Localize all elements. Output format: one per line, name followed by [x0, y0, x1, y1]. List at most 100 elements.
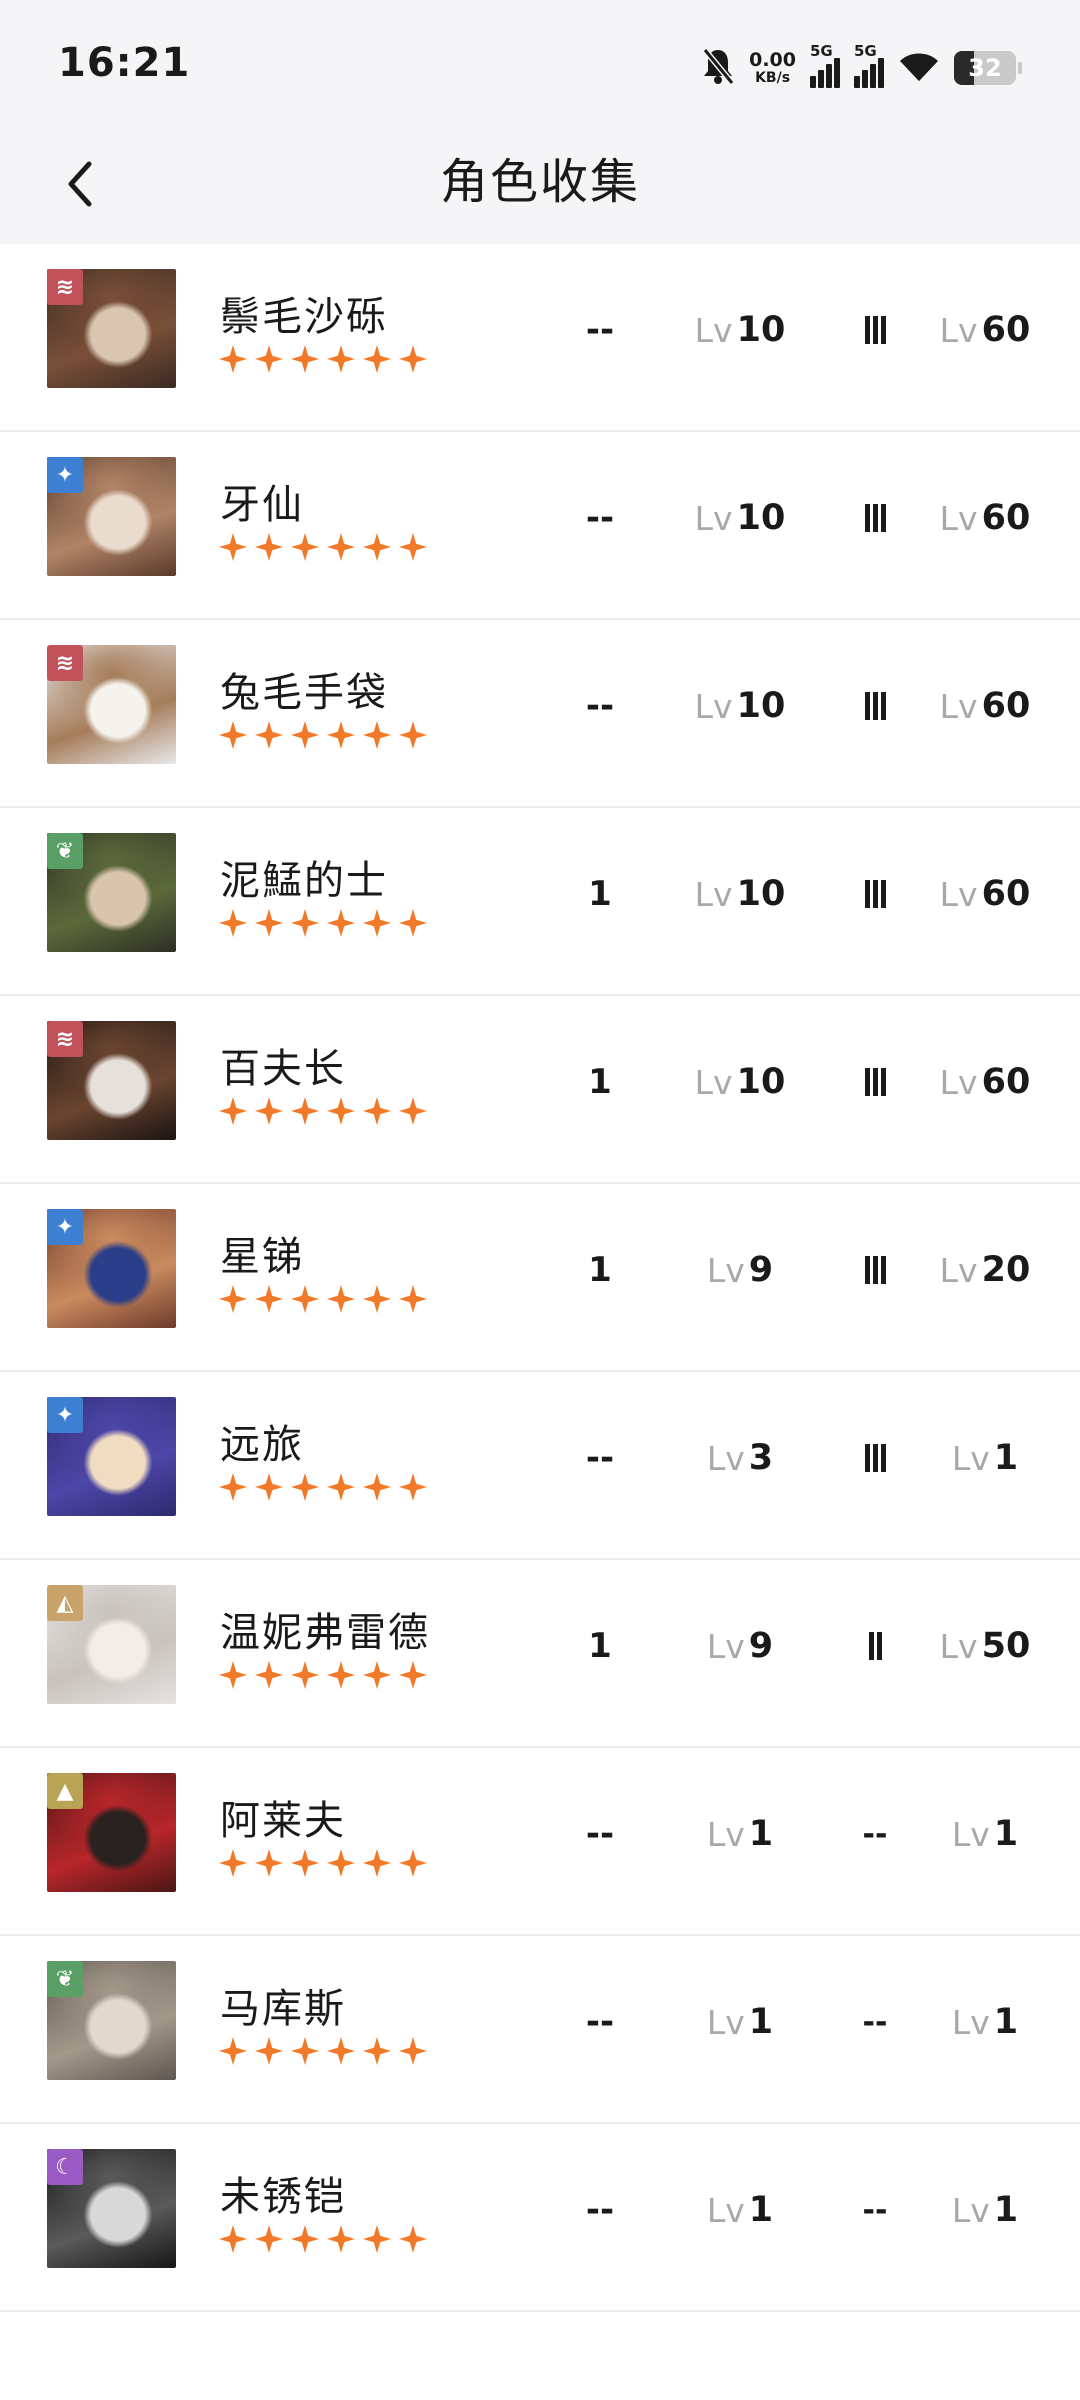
character-name: 百夫长: [220, 1046, 346, 1092]
star-icon: [326, 1284, 356, 1318]
rarity-stars: [218, 1660, 428, 1694]
tier-indicator: --: [835, 1928, 915, 2116]
rarity-stars: [218, 532, 428, 566]
star-icon: [398, 1284, 428, 1318]
star-icon: [290, 2036, 320, 2070]
star-icon: [362, 908, 392, 942]
character-row[interactable]: ☾ 未锈铠 -- Lv 1 -- Lv 1: [0, 2124, 1080, 2312]
lv-prefix: Lv: [694, 874, 733, 914]
character-name: 马库斯: [220, 1986, 346, 2032]
character-row[interactable]: ≋ 兔毛手袋 -- Lv 10 Lv 60: [0, 620, 1080, 808]
tier-indicator: [835, 1176, 915, 1364]
star-icon: [290, 1660, 320, 1694]
star-icon: [254, 1096, 284, 1130]
star-icon: [362, 532, 392, 566]
star-icon: [290, 532, 320, 566]
star-icon: [254, 344, 284, 378]
lv-prefix: Lv: [939, 498, 978, 538]
star-element-icon: ✦: [47, 1209, 83, 1245]
net-speed: 0.00 KB/s: [749, 48, 796, 86]
navigation-bar: 角色收集: [0, 132, 1080, 244]
character-row[interactable]: ≋ 百夫长 1 Lv 10 Lv 60: [0, 996, 1080, 1184]
tier-indicator: [835, 800, 915, 988]
star-icon: [290, 1848, 320, 1882]
character-name: 温妮弗雷德: [220, 1610, 430, 1656]
star-icon: [326, 344, 356, 378]
character-level: Lv 1: [680, 2116, 800, 2304]
star-icon: [362, 1096, 392, 1130]
level-number: 9: [748, 1626, 774, 1666]
star-icon: [362, 720, 392, 754]
star-icon: [362, 2224, 392, 2258]
lv-prefix: Lv: [694, 498, 733, 538]
insight-value: --: [585, 686, 615, 726]
level-number: 10: [736, 1062, 786, 1102]
star-icon: [398, 2036, 428, 2070]
insight-value: 1: [588, 1626, 612, 1666]
character-level: Lv 10: [680, 236, 800, 424]
signal-icon: 5G: [854, 42, 884, 88]
level-number: 20: [981, 1250, 1031, 1290]
rarity-stars: [218, 908, 428, 942]
star-icon: [290, 1472, 320, 1506]
star-icon: [290, 344, 320, 378]
secondary-level: Lv 60: [930, 988, 1040, 1176]
character-row[interactable]: ≋ 鬃毛沙砾 -- Lv 10 Lv 60: [0, 244, 1080, 432]
character-row[interactable]: ✦ 星锑 1 Lv 9 Lv 20: [0, 1184, 1080, 1372]
tier-bars-icon: [864, 880, 886, 908]
level-number: 60: [981, 310, 1031, 350]
star-icon: [254, 2224, 284, 2258]
star-icon: [290, 1096, 320, 1130]
star-icon: [398, 908, 428, 942]
net-speed-value: 0.00: [749, 48, 796, 71]
rarity-stars: [218, 1472, 428, 1506]
star-icon: [254, 532, 284, 566]
level-number: 1: [748, 2190, 774, 2230]
insight-value: --: [585, 2190, 615, 2230]
tier-value: --: [862, 1816, 888, 1852]
star-icon: [218, 908, 248, 942]
battery-level: 32: [968, 54, 1002, 82]
star-icon: [362, 2036, 392, 2070]
rarity-stars: [218, 720, 428, 754]
secondary-level: Lv 60: [930, 236, 1040, 424]
character-row[interactable]: ❦ 马库斯 -- Lv 1 -- Lv 1: [0, 1936, 1080, 2124]
rarity-stars: [218, 2036, 428, 2070]
character-row[interactable]: ▲ 阿莱夫 -- Lv 1 -- Lv 1: [0, 1748, 1080, 1936]
insight-value: --: [585, 498, 615, 538]
character-row[interactable]: ✦ 远旅 -- Lv 3 Lv 1: [0, 1372, 1080, 1560]
level-number: 1: [748, 1814, 774, 1854]
character-row[interactable]: ❦ 泥鯭的士 1 Lv 10 Lv 60: [0, 808, 1080, 996]
secondary-level: Lv 1: [930, 1740, 1040, 1928]
star-icon: [362, 1848, 392, 1882]
tier-indicator: [835, 236, 915, 424]
secondary-level: Lv 50: [930, 1552, 1040, 1740]
character-row[interactable]: ◭ 温妮弗雷德 1 Lv 9 Lv 50: [0, 1560, 1080, 1748]
star-icon: [254, 908, 284, 942]
star-icon: [254, 720, 284, 754]
tier-indicator: --: [835, 1740, 915, 1928]
tier-bars-icon: [864, 316, 886, 344]
character-row[interactable]: ✦ 牙仙 -- Lv 10 Lv 60: [0, 432, 1080, 620]
star-icon: [254, 2036, 284, 2070]
lv-prefix: Lv: [706, 2002, 745, 2042]
level-number: 1: [993, 2002, 1019, 2042]
star-icon: [218, 1472, 248, 1506]
level-number: 60: [981, 874, 1031, 914]
tier-indicator: [835, 988, 915, 1176]
lv-prefix: Lv: [951, 2002, 990, 2042]
star-icon: [290, 908, 320, 942]
star-icon: [398, 720, 428, 754]
star-icon: [398, 532, 428, 566]
lv-prefix: Lv: [939, 310, 978, 350]
mineral-element-icon: ◭: [47, 1585, 83, 1621]
lv-prefix: Lv: [951, 2190, 990, 2230]
character-level: Lv 10: [680, 424, 800, 612]
star-icon: [326, 2036, 356, 2070]
star-icon: [398, 1096, 428, 1130]
character-level: Lv 9: [680, 1552, 800, 1740]
tier-bars-icon: [868, 1632, 882, 1660]
battery-tip: [1018, 62, 1022, 74]
star-icon: [326, 720, 356, 754]
character-level: Lv 10: [680, 988, 800, 1176]
